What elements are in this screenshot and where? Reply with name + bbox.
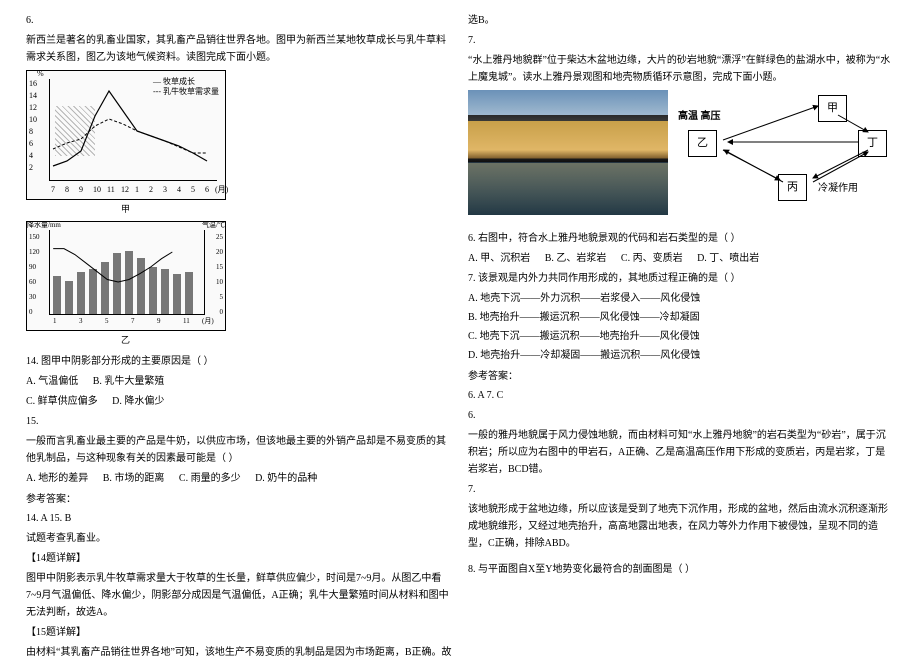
yardang-photo	[468, 90, 668, 215]
right-axis-title: 气温/℃	[202, 220, 225, 232]
q14-stem: 14. 图甲中阴影部分形成的主要原因是（ ）	[26, 353, 452, 370]
q15-options: A. 地形的差异 B. 市场的距离 C. 雨量的多少 D. 奶牛的品种	[26, 470, 452, 487]
exp7-num: 7.	[468, 481, 894, 498]
q6r-opt-a: A. 甲、沉积岩	[468, 250, 530, 267]
legend-dash: --- 乳牛牧草需求量	[153, 87, 219, 97]
yl-tick: 0	[29, 307, 33, 319]
q6r-stem: 6. 右图中，符合水上雅丹地貌景观的代码和岩石类型的是（ ）	[468, 230, 894, 247]
q14-opt-a: A. 气温偏低	[26, 373, 78, 390]
q15-opt-d: D. 奶牛的品种	[255, 470, 317, 487]
diagram-arrows	[678, 90, 898, 215]
x-tick: 1	[53, 316, 57, 328]
q14-options-2: C. 鲜草供应偏多 D. 降水偏少	[26, 393, 452, 410]
q6-number: 6.	[26, 12, 452, 29]
q7-number: 7.	[468, 32, 894, 49]
answer-label: 参考答案：	[26, 491, 452, 508]
q14-opt-d: D. 降水偏少	[112, 393, 164, 410]
exp6-body: 一般的雅丹地貌属于风力侵蚀地貌，而由材料可知“水上雅丹地貌”的岩石类型为“砂岩”…	[468, 427, 894, 478]
yl-tick: 150	[29, 232, 40, 244]
continuation: 选B。	[468, 12, 894, 29]
left-axis-title: 降水量/mm	[27, 220, 61, 232]
exp7-body: 该地貌形成于盆地边缘，所以应该是受到了地壳下沉作用，形成的盆地，然后由流水沉积逐…	[468, 501, 894, 552]
yl-tick: 90	[29, 262, 36, 274]
q6r-opt-b: B. 乙、岩浆岩	[545, 250, 607, 267]
chart-yi-label: 乙	[26, 333, 226, 348]
x-tick: 7	[131, 316, 135, 328]
answer-label-r: 参考答案：	[468, 368, 894, 385]
q7r-opt-c: C. 地壳下沉——搬运沉积——地壳抬升——风化侵蚀	[468, 328, 894, 345]
y-unit: %	[37, 67, 44, 81]
explain15-body: 由材料“其乳畜产品销往世界各地”可知，该地生产不易变质的乳制品是因为市场距离，B…	[26, 644, 452, 661]
q15-opt-a: A. 地形的差异	[26, 470, 88, 487]
q14-opt-b: B. 乳牛大量繁殖	[93, 373, 165, 390]
explain14-title: 【14题详解】	[26, 550, 452, 567]
rock-cycle-diagram: 高温 高压 甲 乙 丁 丙 冷凝作用	[678, 90, 898, 215]
q15-opt-c: C. 雨量的多少	[179, 470, 241, 487]
temp-line	[49, 242, 182, 292]
q15-stem: 一般而言乳畜业最主要的产品是牛奶，以供应市场，但该地最主要的外销产品却是不易变质…	[26, 433, 452, 467]
q8-stem: 8. 与平面图自X至Y地势变化最符合的剖面图是（ ）	[468, 561, 894, 578]
q7r-opt-b: B. 地壳抬升——搬运沉积——风化侵蚀——冷却凝固	[468, 309, 894, 326]
q7r-stem: 7. 该景观是内外力共同作用形成的，其地质过程正确的是（ ）	[468, 270, 894, 287]
x-tick: 11	[183, 316, 190, 328]
x-tick: 5	[105, 316, 109, 328]
q6r-opt-c: C. 丙、变质岩	[621, 250, 683, 267]
yr-tick: 10	[216, 277, 223, 289]
figure-row: 高温 高压 甲 乙 丁 丙 冷凝作用	[468, 90, 894, 220]
q6r-options: A. 甲、沉积岩 B. 乙、岩浆岩 C. 丙、变质岩 D. 丁、喷出岩	[468, 250, 894, 267]
x-tick: 9	[157, 316, 161, 328]
q6r-opt-d: D. 丁、喷出岩	[697, 250, 759, 267]
x-unit: (月)	[202, 316, 214, 328]
right-column: 选B。 7. “水上雅丹地貌群”位于柴达木盆地边缘，大片的砂岩地貌“漂浮”在鲜绿…	[460, 12, 902, 639]
yr-tick: 5	[220, 292, 224, 304]
q15-opt-b: B. 市场的距离	[103, 470, 165, 487]
yl-tick: 120	[29, 247, 40, 259]
left-column: 6. 新西兰是著名的乳畜业国家，其乳畜产品销往世界各地。图甲为新西兰某地牧草成长…	[18, 12, 460, 639]
answer-line-r: 6. A 7. C	[468, 387, 894, 404]
explain15-title: 【15题详解】	[26, 624, 452, 641]
exp6-num: 6.	[468, 407, 894, 424]
explain14-body: 图甲中阴影表示乳牛牧草需求量大于牧草的生长量，鲜草供应偏少，时间是7~9月。从图…	[26, 570, 452, 621]
yr-tick: 15	[216, 262, 223, 274]
chart-legend: — 牧草成长 --- 乳牛牧草需求量	[153, 77, 219, 98]
answer-note: 试题考查乳畜业。	[26, 530, 452, 547]
q7r-options: A. 地壳下沉——外力沉积——岩浆侵入——风化侵蚀 B. 地壳抬升——搬运沉积—…	[468, 290, 894, 364]
chart-jia: 16 14 12 10 8 6 4 2 7 8 9 10 11 12 1 2 3…	[26, 70, 226, 200]
yr-tick: 25	[216, 232, 223, 244]
yl-tick: 60	[29, 277, 36, 289]
q7r-opt-a: A. 地壳下沉——外力沉积——岩浆侵入——风化侵蚀	[468, 290, 894, 307]
q15-number: 15.	[26, 413, 452, 430]
q7-intro: “水上雅丹地貌群”位于柴达木盆地边缘，大片的砂岩地貌“漂浮”在鲜绿色的盐湖水中，…	[468, 52, 894, 86]
yr-tick: 0	[220, 307, 224, 319]
q7r-opt-d: D. 地壳抬升——冷却凝固——搬运沉积——风化侵蚀	[468, 347, 894, 364]
x-tick: 3	[79, 316, 83, 328]
chart-jia-label: 甲	[26, 202, 226, 217]
yr-tick: 20	[216, 247, 223, 259]
q14-options: A. 气温偏低 B. 乳牛大量繁殖	[26, 373, 452, 390]
legend-solid: — 牧草成长	[153, 77, 219, 87]
yl-tick: 30	[29, 292, 36, 304]
answer-line: 14. A 15. B	[26, 510, 452, 527]
q6-intro: 新西兰是著名的乳畜业国家，其乳畜产品销往世界各地。图甲为新西兰某地牧草成长与乳牛…	[26, 32, 452, 66]
q14-opt-c: C. 鲜草供应偏多	[26, 393, 98, 410]
chart-yi: 降水量/mm 气温/℃ 150 120 90 60 30 0 25 20 15 …	[26, 221, 226, 331]
